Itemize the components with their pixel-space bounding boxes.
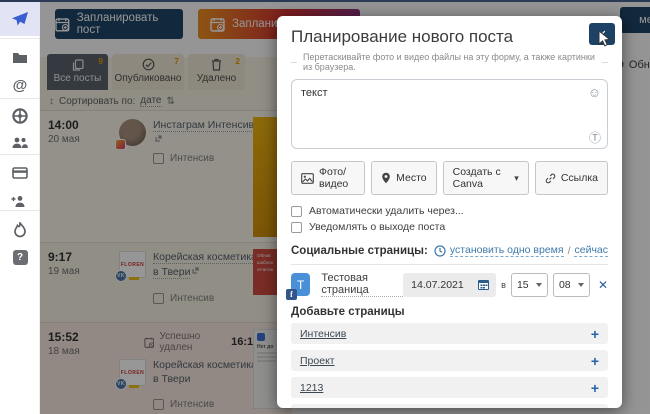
post-text-input[interactable]: текст xyxy=(291,79,608,149)
page-avatar: T f xyxy=(291,273,310,296)
sidebar-item-billing[interactable] xyxy=(0,158,40,188)
canva-label: Создать с Canva xyxy=(453,166,510,190)
sidebar-item-posts[interactable] xyxy=(0,2,40,36)
sidebar-divider xyxy=(0,38,40,39)
add-pages-header: Добавьте страницы xyxy=(291,306,608,318)
modal-title: Планирование нового поста xyxy=(291,27,608,47)
page-link[interactable]: Интенсив xyxy=(300,328,346,340)
minute-value: 08 xyxy=(559,279,571,291)
question-icon: ? xyxy=(13,250,28,265)
social-pages-header-row: Социальные страницы: установить одно вре… xyxy=(291,244,608,257)
place-button[interactable]: Место xyxy=(371,161,437,195)
remove-page-button[interactable]: ✕ xyxy=(598,278,608,292)
date-field[interactable] xyxy=(403,273,496,297)
hour-value: 15 xyxy=(517,279,529,291)
checkbox[interactable] xyxy=(291,206,302,217)
add-page-button[interactable]: + xyxy=(591,326,599,342)
new-post-modal: ✕ Планирование нового поста Перетаскивай… xyxy=(277,16,622,408)
sidebar-item-hot[interactable] xyxy=(0,215,40,245)
canva-button[interactable]: Создать с Canva ▾ xyxy=(443,161,529,195)
people-icon xyxy=(11,137,29,149)
chevron-down-icon xyxy=(536,283,542,287)
modal-subtitle: Перетаскивайте фото и видео файлы на эту… xyxy=(291,52,608,72)
add-page-button[interactable]: + xyxy=(591,380,599,396)
app-window: @ ? Запланировать пост Запла xyxy=(0,0,650,414)
subtitle-text: Перетаскивайте фото и видео файлы на эту… xyxy=(303,52,596,72)
facebook-badge-icon: f xyxy=(286,289,297,300)
divider xyxy=(291,264,608,265)
chevron-down-icon: ▾ xyxy=(514,173,519,184)
now-link[interactable]: сейчас xyxy=(574,244,608,257)
preposition-label: в xyxy=(501,280,506,290)
sidebar-item-invite[interactable] xyxy=(0,186,40,216)
sidebar: @ ? xyxy=(0,2,40,414)
social-pages-header: Социальные страницы: xyxy=(291,245,428,257)
avatar-letter: T xyxy=(297,278,304,292)
sidebar-divider xyxy=(0,154,40,155)
calendar-icon[interactable] xyxy=(477,278,490,291)
minute-select[interactable]: 08 xyxy=(553,273,590,297)
time-links: установить одно время / сейчас xyxy=(434,244,608,257)
page-name-link[interactable]: Тестовая страница xyxy=(321,272,403,297)
page-link[interactable]: 1213 xyxy=(300,382,323,394)
clock-icon xyxy=(434,245,446,257)
link-icon xyxy=(545,173,556,184)
mouse-cursor-icon xyxy=(598,30,613,48)
sidebar-item-projects[interactable] xyxy=(0,42,40,72)
at-icon: @ xyxy=(13,77,28,94)
sidebar-divider xyxy=(0,210,40,211)
emoji-icon[interactable]: ☺ xyxy=(588,86,601,99)
selected-page-row: T f Тестовая страница в 15 08 ✕ xyxy=(291,271,608,298)
sidebar-item-accounts[interactable]: @ xyxy=(0,70,40,100)
sidebar-item-help[interactable]: ? xyxy=(0,242,40,272)
location-pin-icon xyxy=(381,172,391,184)
add-page-button[interactable]: + xyxy=(591,407,599,409)
image-icon xyxy=(301,173,314,184)
link-label: Ссылка xyxy=(561,172,598,184)
folder-icon xyxy=(12,51,28,64)
hour-select[interactable]: 15 xyxy=(511,273,548,297)
checkbox[interactable] xyxy=(291,222,302,233)
sidebar-item-helm[interactable] xyxy=(0,101,40,131)
notify-checkbox-row[interactable]: Уведомлять о выходе поста xyxy=(291,219,608,235)
card-icon xyxy=(12,167,28,179)
sidebar-divider xyxy=(0,98,40,99)
set-one-time-link[interactable]: установить одно время xyxy=(450,244,564,257)
separator: / xyxy=(568,245,571,257)
add-page-button[interactable]: + xyxy=(591,353,599,369)
date-input[interactable] xyxy=(411,279,471,291)
photo-video-label: Фото/видео xyxy=(319,166,355,190)
chevron-down-icon xyxy=(578,283,584,287)
photo-video-button[interactable]: Фото/видео xyxy=(291,161,365,195)
list-item[interactable]: Проект1 + xyxy=(291,404,608,408)
link-button[interactable]: Ссылка xyxy=(535,161,608,195)
paper-plane-icon xyxy=(11,11,29,27)
list-item[interactable]: 1213 + xyxy=(291,377,608,398)
text-tool-icon[interactable]: Ⓣ xyxy=(589,132,601,144)
attach-toolbar: Фото/видео Место Создать с Canva ▾ Ссылк… xyxy=(291,161,608,195)
place-label: Место xyxy=(396,172,427,184)
post-editor: текст ☺ Ⓣ xyxy=(291,79,608,154)
list-item[interactable]: Интенсив + xyxy=(291,323,608,344)
notify-label: Уведомлять о выходе поста xyxy=(309,221,445,233)
flame-icon xyxy=(13,222,27,238)
options: Автоматически удалить через... Уведомлят… xyxy=(291,203,608,235)
auto-delete-checkbox-row[interactable]: Автоматически удалить через... xyxy=(291,203,608,219)
page-link[interactable]: Проект xyxy=(300,355,335,367)
helm-icon xyxy=(12,108,28,124)
schedule-controls: в 15 08 ✕ xyxy=(403,273,608,297)
list-item[interactable]: Проект + xyxy=(291,350,608,371)
add-pages-list: Интенсив + Проект + 1213 + Проект1 + Без… xyxy=(291,323,608,408)
add-person-icon xyxy=(11,195,29,208)
auto-delete-label: Автоматически удалить через... xyxy=(309,205,464,217)
